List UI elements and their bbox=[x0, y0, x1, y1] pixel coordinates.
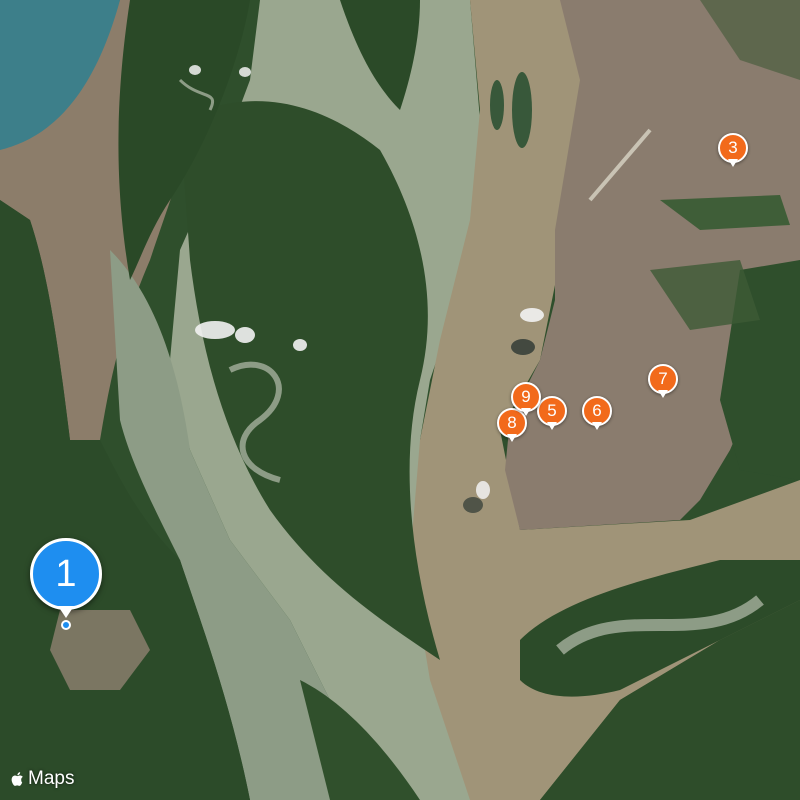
marker-3-pointer bbox=[728, 159, 738, 167]
map-marker-5[interactable]: 5 bbox=[537, 396, 567, 434]
marker-5-pointer bbox=[547, 422, 557, 430]
marker-9-pointer bbox=[521, 408, 531, 416]
apple-logo-icon bbox=[11, 772, 23, 786]
marker-6-pointer bbox=[592, 422, 602, 430]
maps-attribution[interactable]: Maps bbox=[10, 768, 74, 790]
map-imagery bbox=[0, 0, 800, 800]
marker-1-pointer bbox=[58, 606, 74, 618]
map-marker-7[interactable]: 7 bbox=[648, 364, 678, 402]
satellite-map[interactable]: 1 3 5 6 7 8 9 Maps bbox=[0, 0, 800, 800]
map-marker-6[interactable]: 6 bbox=[582, 396, 612, 434]
map-marker-1-selected[interactable]: 1 bbox=[30, 538, 102, 630]
attribution-text: Maps bbox=[28, 768, 75, 789]
map-marker-3[interactable]: 3 bbox=[718, 133, 748, 171]
map-marker-9[interactable]: 9 bbox=[511, 382, 541, 420]
marker-1-label: 1 bbox=[30, 538, 102, 610]
marker-8-pointer bbox=[507, 434, 517, 442]
marker-7-pointer bbox=[658, 390, 668, 398]
marker-1-location-dot bbox=[61, 620, 71, 630]
